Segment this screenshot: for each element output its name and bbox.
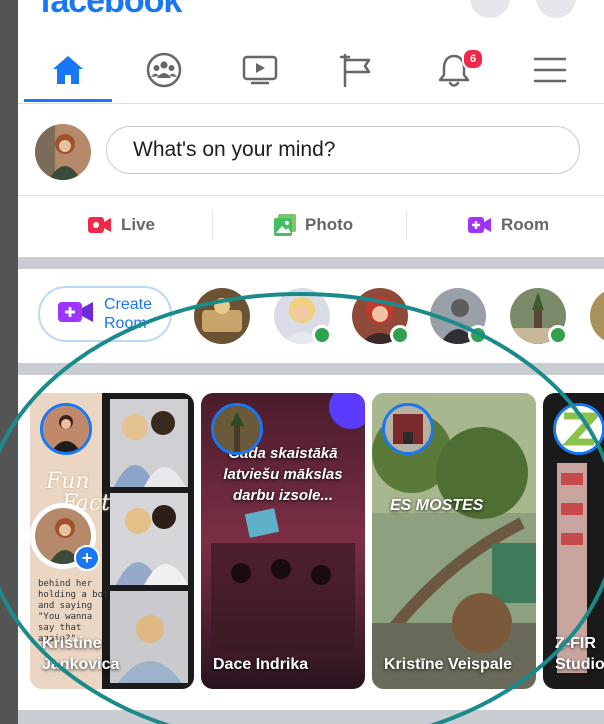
profile-avatar[interactable] xyxy=(35,124,91,180)
online-status-indicator xyxy=(468,325,488,345)
facebook-logo: facebook xyxy=(40,0,182,20)
tab-notifications[interactable]: 6 xyxy=(424,48,484,92)
story-card[interactable]: Z-FIR Studio xyxy=(543,393,604,689)
create-room-label-line1: Create xyxy=(104,296,153,313)
story-author-avatar xyxy=(553,403,604,455)
tab-pages[interactable] xyxy=(326,48,386,92)
flag-icon xyxy=(339,53,371,88)
create-room-icon xyxy=(58,300,94,329)
live-button[interactable]: Live xyxy=(88,205,155,245)
photo-label: Photo xyxy=(305,215,354,234)
story-author-avatar xyxy=(382,403,434,455)
tab-watch[interactable] xyxy=(230,48,290,92)
story-author-avatar xyxy=(211,403,263,455)
story-author-avatar xyxy=(40,403,92,455)
add-to-story-button[interactable]: + xyxy=(30,503,100,571)
notification-badge: 6 xyxy=(462,48,484,70)
create-room-button[interactable]: Create Room xyxy=(38,286,172,342)
groups-icon xyxy=(146,52,182,88)
live-video-icon xyxy=(88,216,112,234)
fun-fact-sticker-line1: Fun xyxy=(46,469,90,494)
photo-button[interactable]: Photo xyxy=(274,205,353,245)
room-avatar[interactable] xyxy=(590,288,604,344)
room-avatar[interactable] xyxy=(194,288,250,344)
nav-divider xyxy=(18,103,604,104)
story-card[interactable]: Gada skaistākā latviešu mākslas darbu izso… xyxy=(201,393,365,689)
search-button[interactable] xyxy=(470,0,510,18)
story-author-name: Kristīne Veispale xyxy=(384,656,513,673)
room-button[interactable]: Room xyxy=(468,205,549,245)
photo-icon xyxy=(274,214,296,236)
tab-home[interactable] xyxy=(38,48,98,92)
online-status-indicator xyxy=(548,325,568,345)
action-divider xyxy=(406,210,407,240)
room-video-icon xyxy=(468,216,492,234)
messenger-button[interactable] xyxy=(536,0,576,18)
section-separator xyxy=(18,710,604,724)
section-separator xyxy=(18,257,604,269)
story-author-name: Dace Indrika xyxy=(213,656,309,673)
story-author-name: Z-FIR Studio xyxy=(555,635,604,673)
live-label: Live xyxy=(121,215,156,234)
create-room-label-line2: Room xyxy=(104,315,147,332)
active-tab-indicator xyxy=(24,99,112,102)
home-icon xyxy=(53,56,83,84)
story-author-name: Kristine Jankovica xyxy=(42,635,120,673)
composer-divider xyxy=(18,195,604,196)
story-sign-text: ES MOSTES xyxy=(390,497,484,514)
facebook-app-screen: facebook 6 What's on your mind? Live Pho… xyxy=(18,0,604,724)
hamburger-menu-icon xyxy=(533,57,567,83)
tab-menu[interactable] xyxy=(520,48,580,92)
action-divider xyxy=(212,210,213,240)
whats-on-your-mind-input[interactable]: What's on your mind? xyxy=(106,126,580,174)
story-card[interactable]: ES MOSTES Kristīne Veispale xyxy=(372,393,536,689)
section-separator xyxy=(18,363,604,375)
video-icon xyxy=(242,55,278,85)
online-status-indicator xyxy=(312,325,332,345)
room-label: Room xyxy=(501,215,550,234)
online-status-indicator xyxy=(390,325,410,345)
plus-icon: + xyxy=(74,545,100,571)
tab-groups[interactable] xyxy=(134,48,194,92)
